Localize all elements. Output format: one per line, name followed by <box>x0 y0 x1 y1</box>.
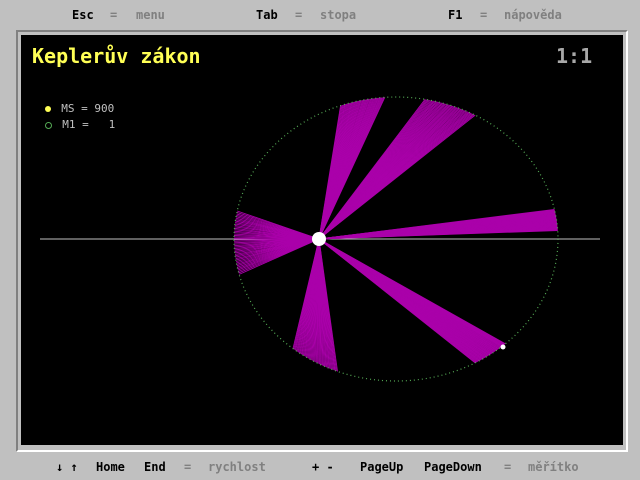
scale-readout: 1:1 <box>556 44 593 68</box>
swept-area-wedge <box>318 238 506 364</box>
pagedown-key[interactable]: PageDown <box>424 460 482 474</box>
swept-area-wedge <box>292 238 338 372</box>
orbit-scene <box>40 96 600 382</box>
mass-m1-row: M1 = 1 <box>32 105 115 131</box>
end-key[interactable]: End <box>144 460 166 474</box>
hollow-circle-icon <box>45 121 53 129</box>
sweep-ray <box>318 238 476 364</box>
pageup-key[interactable]: PageUp <box>360 460 403 474</box>
bottom-key-bar: ↓ ↑ Home End = rychlost + - PageUp PageD… <box>0 452 640 480</box>
zoom-label: měřítko <box>528 460 579 474</box>
plus-minus-keys[interactable]: + - <box>312 460 334 474</box>
swept-areas <box>233 97 558 372</box>
sun-star-icon <box>312 232 326 246</box>
page-title: Keplerův zákon <box>32 44 201 68</box>
scale-equals: = <box>504 460 512 474</box>
planet-icon <box>500 344 506 350</box>
mass-m1-label: M1 = 1 <box>62 118 116 131</box>
swept-area-wedge <box>318 208 558 240</box>
arrow-keys[interactable]: ↓ ↑ <box>56 460 78 474</box>
speed-equals: = <box>184 460 192 474</box>
speed-label: rychlost <box>208 460 266 474</box>
home-key[interactable]: Home <box>96 460 125 474</box>
swept-area-wedge <box>233 210 320 275</box>
